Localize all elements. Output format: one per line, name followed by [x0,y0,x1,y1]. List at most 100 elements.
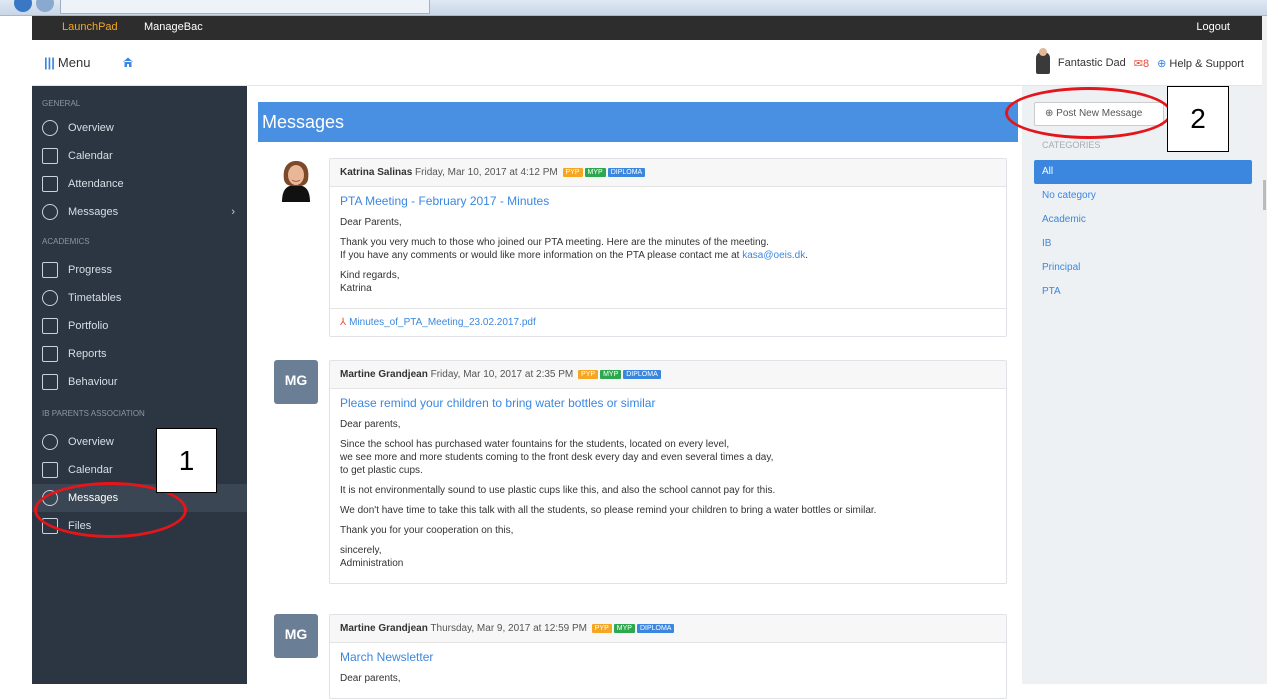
clock-icon [42,290,58,306]
message-date: Friday, Mar 10, 2017 at 2:35 PM [430,369,574,380]
message-author[interactable]: Katrina Salinas [340,167,412,178]
sidebar-item-reports[interactable]: Reports [32,340,247,368]
message-card: Martine Grandjean Friday, Mar 10, 2017 a… [329,360,1007,584]
message-greeting: Dear Parents, [340,217,402,228]
message-author[interactable]: Martine Grandjean [340,623,428,634]
chat-icon [42,204,58,220]
portfolio-icon [42,318,58,334]
category-item-no-category[interactable]: No category [1034,184,1252,208]
menu-label: Menu [57,55,91,70]
message-meta: Martine Grandjean Thursday, Mar 9, 2017 … [330,615,1006,643]
top-navigation-bar: LaunchPad ManageBac Logout [32,16,1262,40]
message-card: Katrina Salinas Friday, Mar 10, 2017 at … [329,158,1007,337]
message-paragraph: Thank you very much to those who joined … [340,236,996,262]
sidebar-item-label: Reports [68,348,107,360]
user-avatar[interactable] [1035,48,1050,74]
category-item-principal[interactable]: Principal [1034,256,1252,280]
sidebar-item-behaviour[interactable]: Behaviour [32,368,247,396]
message-meta: Katrina Salinas Friday, Mar 10, 2017 at … [330,159,1006,187]
message-date: Friday, Mar 10, 2017 at 4:12 PM [415,167,558,178]
tag-pyp: PYP [591,624,612,633]
message-text: to get plastic cups. [340,465,423,476]
mail-indicator[interactable]: ✉8 [1134,57,1149,70]
author-photo [274,158,318,202]
mail-count: 8 [1142,57,1150,70]
sidebar-item-progress[interactable]: Progress [32,256,247,284]
pdf-icon: ⅄ [340,317,347,328]
home-icon[interactable] [122,56,134,68]
managebac-link[interactable]: ManageBac [144,21,203,33]
message-paragraph: Since the school has purchased water fou… [340,438,996,477]
reports-icon [42,346,58,362]
tag-diploma: DIPLOMA [636,624,675,633]
sidebar-item-messages[interactable]: Messages › [32,198,247,226]
scrollbar-thumb[interactable] [1263,180,1266,210]
annotation-ellipse-2 [1005,87,1172,139]
sidebar-item-label: Attendance [68,178,124,190]
mail-icon: ✉ [1133,57,1143,70]
attendance-icon [42,176,58,192]
page-title: Messages [258,102,1018,142]
tag-myp: MYP [584,168,606,177]
sidebar: GENERAL Overview Calendar Attendance Mes… [32,86,247,684]
message-title-link[interactable]: PTA Meeting - February 2017 - Minutes [340,195,996,208]
email-link[interactable]: kasa@oeis.dk [742,250,805,261]
tag-diploma: DIPLOMA [607,168,646,177]
sidebar-item-label: Portfolio [68,320,109,332]
browser-chrome [0,0,1267,16]
user-name[interactable]: Fantastic Dad [1058,57,1126,69]
sidebar-item-portfolio[interactable]: Portfolio [32,312,247,340]
sidebar-item-label: Behaviour [68,376,118,388]
category-item-all[interactable]: All [1034,160,1252,184]
sidebar-section-parents: IB PARENTS ASSOCIATION [42,409,145,418]
browser-tab[interactable] [60,0,430,14]
menu-button[interactable]: ||| Menu [44,55,90,70]
page-scrollbar[interactable] [1262,16,1267,684]
attachment-link[interactable]: ⅄ Minutes_of_PTA_Meeting_23.02.2017.pdf [330,308,1006,336]
message-greeting: Dear parents, [340,673,401,684]
tag-myp: MYP [600,370,622,379]
tag-pyp: PYP [578,370,599,379]
attachment-name: Minutes_of_PTA_Meeting_23.02.2017.pdf [349,317,536,328]
help-support-link[interactable]: ⊕ Help & Support [1157,57,1244,70]
chevron-right-icon: › [231,206,235,218]
message-signature: Katrina [340,283,372,294]
tag-pyp: PYP [562,168,583,177]
message-text: we see more and more students coming to … [340,452,774,463]
category-item-pta[interactable]: PTA [1034,280,1252,304]
message-title-link[interactable]: March Newsletter [340,651,996,664]
sidebar-item-timetables[interactable]: Timetables [32,284,247,312]
message-author[interactable]: Martine Grandjean [340,369,428,380]
browser-back-icon[interactable] [14,0,32,12]
message-card: Martine Grandjean Thursday, Mar 9, 2017 … [329,614,1007,699]
sidebar-item-calendar[interactable]: Calendar [32,142,247,170]
message-title-link[interactable]: Please remind your children to bring wat… [340,397,996,410]
message-text: . [805,250,808,261]
logout-link[interactable]: Logout [1196,21,1230,33]
message-paragraph: Thank you for your cooperation on this, [340,525,514,536]
message-signoff: Kind regards, Katrina [340,269,996,295]
progress-icon [42,262,58,278]
menu-icon: ||| [44,55,55,70]
browser-forward-icon[interactable] [36,0,54,12]
calendar-icon [42,462,58,478]
message-meta: Martine Grandjean Friday, Mar 10, 2017 a… [330,361,1006,389]
category-item-ib[interactable]: IB [1034,232,1252,256]
tag-diploma: DIPLOMA [623,370,661,379]
sidebar-item-attendance[interactable]: Attendance [32,170,247,198]
message-text: If you have any comments or would like m… [340,250,743,261]
author-initials-avatar: MG [274,360,318,404]
sidebar-item-overview[interactable]: Overview [32,114,247,142]
category-list: All No category Academic IB Principal PT… [1034,160,1252,304]
category-item-academic[interactable]: Academic [1034,208,1252,232]
sidebar-item-label: Calendar [68,150,113,162]
launchpad-link[interactable]: LaunchPad [62,21,118,33]
annotation-label-2: 2 [1167,86,1229,152]
message-body: March Newsletter Dear parents, [330,643,1006,698]
sidebar-section-academics: ACADEMICS [42,237,90,246]
message-signoff: sincerely, Administration [340,544,996,570]
sidebar-section-general: GENERAL [42,99,81,108]
sidebar-item-label: Messages [68,206,119,218]
user-area: Fantastic Dad ✉8 ⊕ Help & Support [1035,48,1244,76]
annotation-label-1: 1 [156,428,217,493]
